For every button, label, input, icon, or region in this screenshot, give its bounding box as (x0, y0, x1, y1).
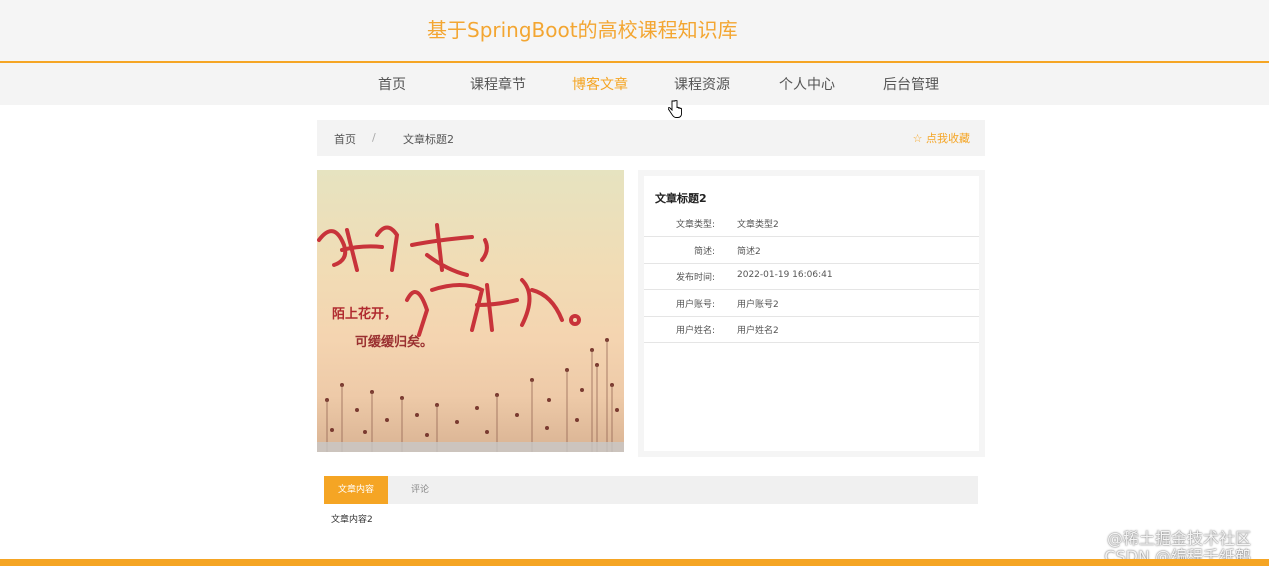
breadcrumb-current: 文章标题2 (403, 133, 454, 146)
article-tabs: 文章内容 评论 (324, 476, 978, 504)
article-content-text: 文章内容2 (331, 515, 373, 525)
article-info-card: 文章标题2 文章类型: 文章类型2 简述: 简述2 发布时间: 2022-01-… (638, 170, 985, 457)
nav-item-blog-articles[interactable]: 博客文章 (572, 74, 628, 94)
info-value: 2022-01-19 16:06:41 (737, 270, 833, 280)
info-label: 用户姓名: (675, 326, 715, 336)
hand-cursor-icon (668, 100, 682, 118)
favorite-button[interactable]: ☆ 点我收藏 (913, 130, 970, 146)
breadcrumb-separator: / (372, 131, 376, 144)
breadcrumb: 首页 / 文章标题2 ☆ 点我收藏 (317, 120, 985, 156)
info-value: 用户账号2 (737, 300, 779, 310)
info-value: 用户姓名2 (737, 326, 779, 336)
info-row-user-name: 用户姓名: 用户姓名2 (644, 316, 979, 343)
nav-item-home[interactable]: 首页 (378, 74, 406, 94)
nav-item-admin[interactable]: 后台管理 (883, 74, 939, 94)
tab-comments[interactable]: 评论 (400, 476, 440, 504)
info-row-summary: 简述: 简述2 (644, 237, 979, 264)
cover-art: 陌上花开， 可缓缓归矣。 (317, 223, 619, 452)
info-row-publish-time: 发布时间: 2022-01-19 16:06:41 (644, 263, 979, 290)
svg-text:陌上花开，: 陌上花开， (332, 306, 397, 322)
info-row-user-account: 用户账号: 用户账号2 (644, 290, 979, 317)
main-nav: 首页 课程章节 博客文章 课程资源 个人中心 后台管理 (0, 61, 1269, 105)
site-header: 基于SpringBoot的高校课程知识库 (0, 0, 1269, 61)
site-title: 基于SpringBoot的高校课程知识库 (427, 18, 738, 42)
tab-article-content[interactable]: 文章内容 (324, 476, 388, 504)
article-info-panel: 文章标题2 文章类型: 文章类型2 简述: 简述2 发布时间: 2022-01-… (644, 176, 979, 451)
info-label: 文章类型: (675, 220, 715, 230)
info-label: 用户账号: (675, 300, 715, 310)
article-cover-image: 陌上花开， 可缓缓归矣。 (317, 170, 624, 452)
watermark-line-1: @稀土掘金技术社区 (1106, 529, 1251, 548)
info-value: 简述2 (737, 247, 761, 257)
image-bottom-shade (317, 442, 624, 452)
info-label: 发布时间: (675, 273, 715, 283)
info-row-type: 文章类型: 文章类型2 (644, 210, 979, 237)
footer-bar (0, 559, 1269, 566)
article-title: 文章标题2 (655, 192, 707, 205)
nav-item-course-chapters[interactable]: 课程章节 (470, 74, 526, 94)
breadcrumb-home-link[interactable]: 首页 (334, 131, 356, 147)
nav-item-course-resources[interactable]: 课程资源 (674, 74, 730, 94)
nav-item-personal-center[interactable]: 个人中心 (779, 74, 835, 94)
info-label: 简述: (693, 247, 715, 257)
svg-text:可缓缓归矣。: 可缓缓归矣。 (355, 334, 433, 350)
info-value: 文章类型2 (737, 220, 779, 230)
